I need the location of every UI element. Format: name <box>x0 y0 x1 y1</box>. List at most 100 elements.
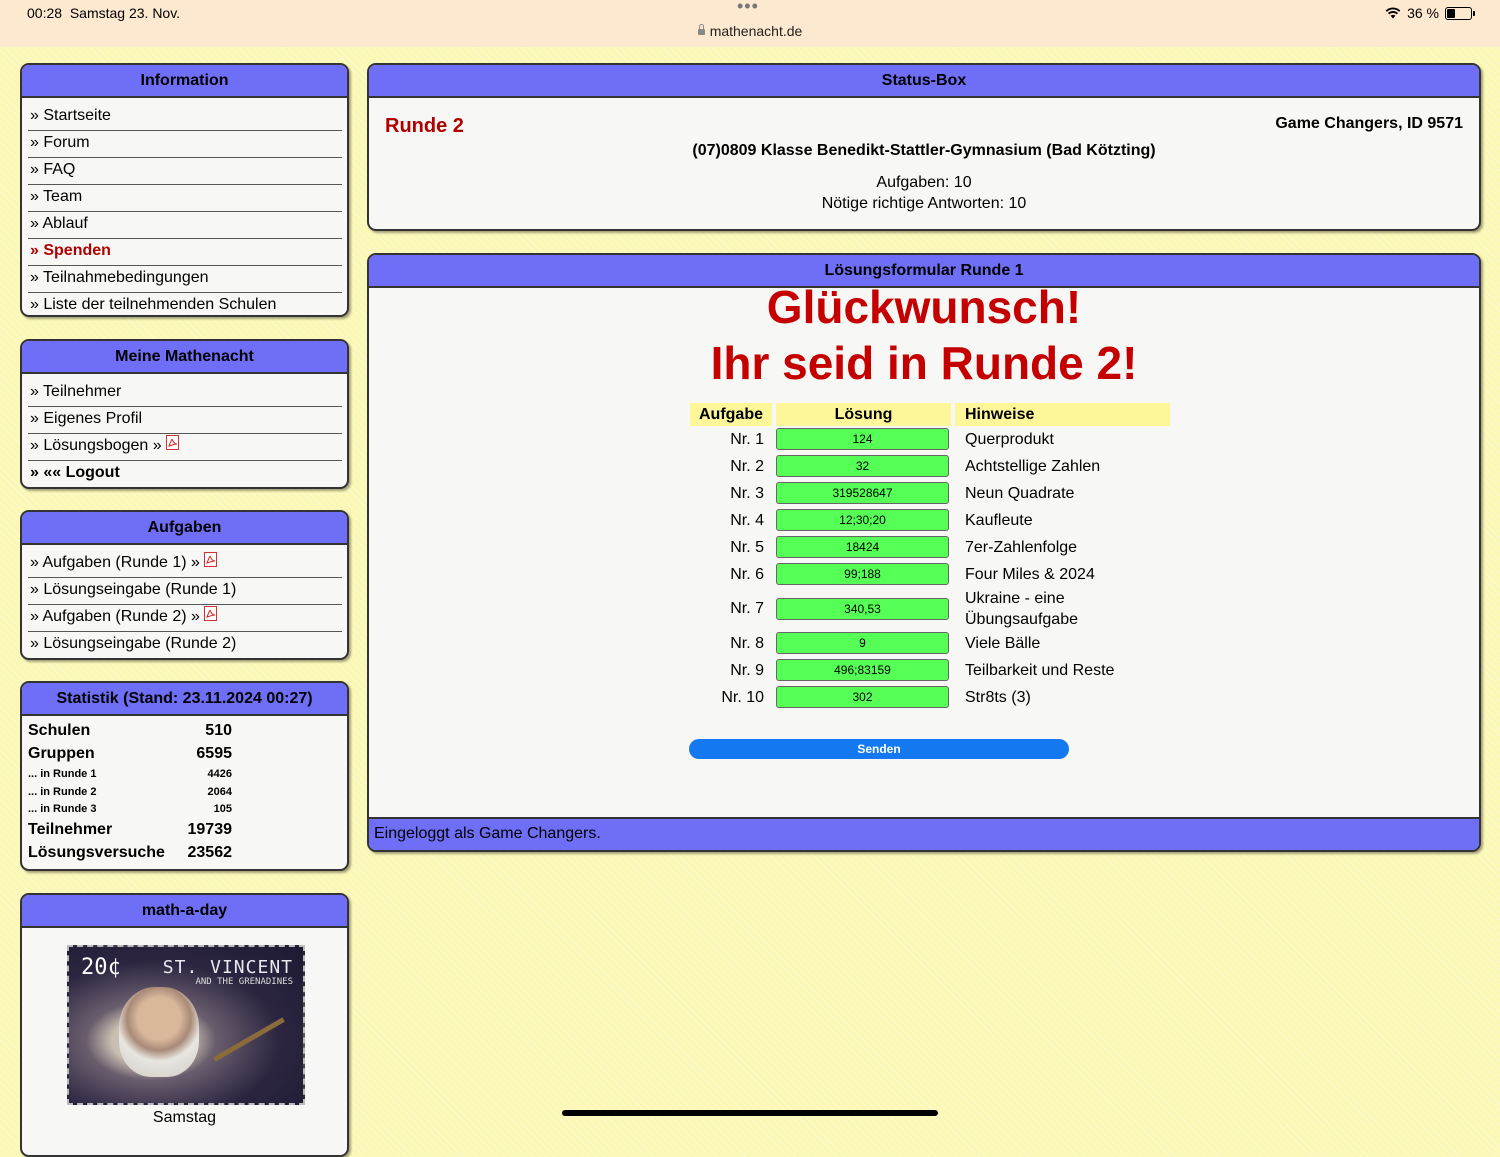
task-number: Nr. 9 <box>730 661 764 679</box>
loesungsformular-box: Lösungsformular Runde 1 Glückwunsch! Ihr… <box>367 253 1481 852</box>
menu-loesungsbogen[interactable]: » Lösungsbogen » <box>28 434 342 461</box>
aufgaben-runde-1-label: » Aufgaben (Runde 1) » <box>30 554 200 571</box>
answer-field[interactable]: 12;30;20 <box>776 509 949 531</box>
menu-aufgaben-runde-2[interactable]: » Aufgaben (Runde 2) » <box>28 605 342 632</box>
task-number: Nr. 6 <box>730 565 764 583</box>
menu-startseite[interactable]: » Startseite <box>28 104 342 131</box>
answer-field[interactable]: 319528647 <box>776 482 949 504</box>
menu-eigenes-profil[interactable]: » Eigenes Profil <box>28 407 342 434</box>
status-box-title: Status-Box <box>369 65 1479 98</box>
answer-field[interactable]: 124 <box>776 428 949 450</box>
menu-team[interactable]: » Team <box>28 185 342 212</box>
menu-aufgaben-runde-1[interactable]: » Aufgaben (Runde 1) » <box>28 551 342 578</box>
task-hint: Ukraine - eine Übungsaufgabe <box>965 590 1078 628</box>
address-bar[interactable]: mathenacht.de <box>0 23 1500 39</box>
task-hint: Achtstellige Zahlen <box>965 458 1101 475</box>
menu-teilnahmebedingungen[interactable]: » Teilnahmebedingungen <box>28 266 342 293</box>
home-indicator[interactable] <box>562 1110 938 1116</box>
stat-runde-1: ... in Runde 1 4426 <box>28 768 232 780</box>
status-box: Status-Box Runde 2 Game Changers, ID 957… <box>367 63 1481 231</box>
send-button[interactable]: Senden <box>689 739 1069 759</box>
menu-ablauf[interactable]: » Ablauf <box>28 212 342 239</box>
task-number: Nr. 8 <box>730 634 764 652</box>
school-label: (07)0809 Klasse Benedikt-Stattler-Gymnas… <box>692 142 1156 159</box>
stat-schulen: Schulen 510 <box>28 722 232 739</box>
stamp-value: 20¢ <box>81 955 121 980</box>
task-hint: Kaufleute <box>965 512 1033 529</box>
table-row: Nr. 9 496;83159 Teilbarkeit und Reste <box>690 657 1170 684</box>
table-row: Nr. 8 9 Viele Bälle <box>690 630 1170 657</box>
math-a-day-box: math-a-day 20¢ ST. VINCENT AND THE GRENA… <box>20 893 349 1157</box>
answer-field[interactable]: 99;188 <box>776 563 949 585</box>
table-row: Nr. 4 12;30;20 Kaufleute <box>690 507 1170 534</box>
menu-forum[interactable]: » Forum <box>28 131 342 158</box>
answer-field[interactable]: 496;83159 <box>776 659 949 681</box>
congrats-line-1: Glückwunsch! <box>766 281 1082 333</box>
task-number: Nr. 1 <box>730 430 764 448</box>
stamp-sub: AND THE GRENADINES <box>195 977 293 987</box>
stamp-country: ST. VINCENT <box>162 957 293 978</box>
menu-logout[interactable]: » «« Logout <box>28 461 342 487</box>
status-right: 36 % <box>1385 5 1475 21</box>
header-hinweise: Hinweise <box>955 403 1170 426</box>
aufgaben-box: Aufgaben » Aufgaben (Runde 1) » » Lösung… <box>20 510 349 660</box>
task-number: Nr. 5 <box>730 538 764 556</box>
task-number: Nr. 3 <box>730 484 764 502</box>
task-hint: Querprodukt <box>965 431 1054 448</box>
battery-percent: 36 % <box>1407 5 1439 21</box>
stat-runde-2: ... in Runde 2 2064 <box>28 785 232 798</box>
status-bar: 00:28 Samstag 23. Nov. ••• mathenacht.de… <box>0 0 1500 47</box>
table-row: Nr. 6 99;188 Four Miles & 2024 <box>690 561 1170 588</box>
answer-field[interactable]: 32 <box>776 455 949 477</box>
answer-field[interactable]: 340,53 <box>776 597 949 620</box>
stat-loesungsversuche: Lösungsversuche 23562 <box>28 843 232 861</box>
team-label: Game Changers, ID 9571 <box>1275 115 1463 132</box>
tab-dots-icon[interactable]: ••• <box>737 0 759 17</box>
pdf-icon[interactable] <box>203 606 217 622</box>
table-row: Nr. 10 302 Str8ts (3) <box>690 684 1170 711</box>
task-hint: Four Miles & 2024 <box>965 566 1095 583</box>
menu-loesungseingabe-runde-1[interactable]: » Lösungseingabe (Runde 1) <box>28 578 342 605</box>
task-number: Nr. 7 <box>730 600 764 617</box>
stamp-image[interactable]: 20¢ ST. VINCENT AND THE GRENADINES <box>67 945 305 1105</box>
login-footer: Eingeloggt als Game Changers. <box>369 817 1479 850</box>
menu-loesungseingabe-runde-2[interactable]: » Lösungseingabe (Runde 2) <box>28 632 342 658</box>
aufgaben-runde-2-label: » Aufgaben (Runde 2) » <box>30 608 200 625</box>
task-number: Nr. 2 <box>730 457 764 475</box>
task-hint: 7er-Zahlenfolge <box>965 539 1078 556</box>
wifi-icon <box>1385 7 1401 19</box>
information-menu: » Startseite » Forum » FAQ » Team » Abla… <box>28 104 342 315</box>
task-hint: Neun Quadrate <box>965 485 1075 502</box>
battery-icon <box>1445 6 1475 20</box>
congrats-line-2: Ihr seid in Runde 2! <box>710 337 1138 389</box>
header-loesung: Lösung <box>776 403 951 426</box>
aufgaben-menu: » Aufgaben (Runde 1) » » Lösungseingabe … <box>28 551 342 658</box>
answer-field[interactable]: 18424 <box>776 536 949 558</box>
answer-field[interactable]: 302 <box>776 686 949 708</box>
information-box: Information » Startseite » Forum » FAQ »… <box>20 63 349 317</box>
logged-in-text: Eingeloggt als Game Changers. <box>374 825 601 842</box>
statistik-box: Statistik (Stand: 23.11.2024 00:27) Schu… <box>20 681 349 871</box>
meine-menu: » Teilnehmer » Eigenes Profil » Lösungsb… <box>28 380 342 487</box>
table-row: Nr. 7 340,53 Ukraine - eine Übungsaufgabe <box>690 588 1170 630</box>
header-aufgabe: Aufgabe <box>690 403 772 426</box>
statistik-list: Schulen 510 Gruppen 6595 ... in Runde 1 442… <box>22 716 347 867</box>
pdf-icon[interactable] <box>203 552 217 568</box>
menu-liste-schulen[interactable]: » Liste der teilnehmenden Schulen <box>28 293 342 315</box>
noetige-antworten: Nötige richtige Antworten: 10 <box>821 195 1027 212</box>
menu-teilnehmer[interactable]: » Teilnehmer <box>28 380 342 407</box>
table-header-row: Aufgabe Lösung Hinweise <box>690 403 1170 426</box>
stat-runde-3: ... in Runde 3 105 <box>28 803 232 815</box>
menu-spenden[interactable]: » Spenden <box>28 239 342 266</box>
stat-teilnehmer: Teilnehmer 19739 <box>28 820 232 838</box>
task-number: Nr. 4 <box>730 511 764 529</box>
loesungsbogen-label: » Lösungsbogen » <box>30 437 162 454</box>
aufgaben-title: Aufgaben <box>22 512 347 545</box>
answer-field[interactable]: 9 <box>776 632 949 654</box>
pdf-icon[interactable] <box>165 435 179 451</box>
stamp-portrait <box>119 987 199 1077</box>
menu-faq[interactable]: » FAQ <box>28 158 342 185</box>
task-hint: Teilbarkeit und Reste <box>965 662 1115 679</box>
stamp-telescope <box>213 1017 285 1062</box>
congrats-message: Glückwunsch! Ihr seid in Runde 2! <box>369 279 1479 391</box>
